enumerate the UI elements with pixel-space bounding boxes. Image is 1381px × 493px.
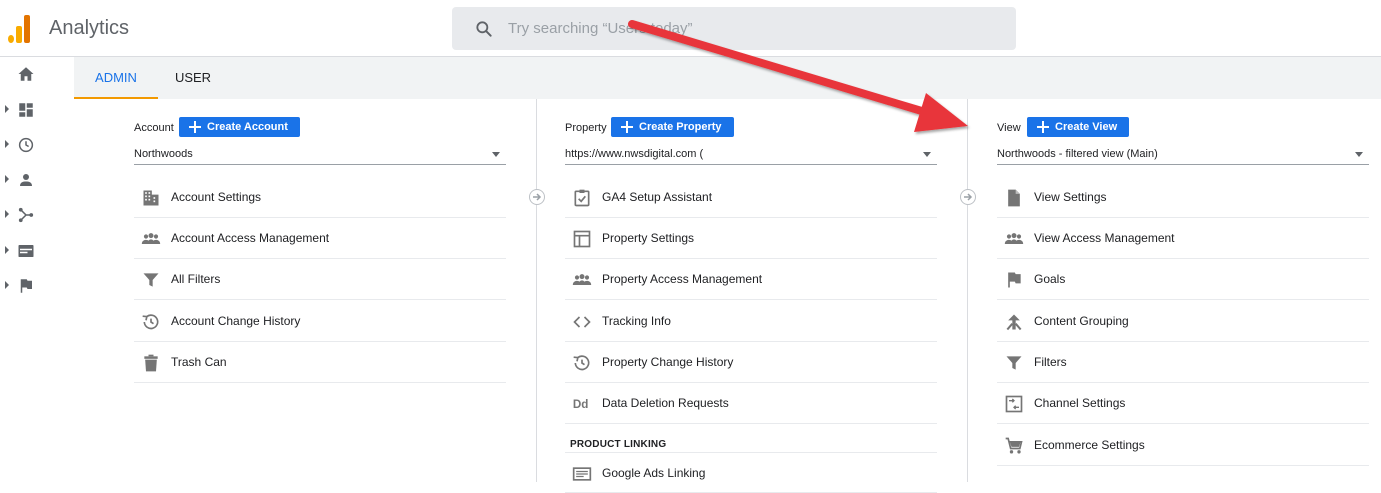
red-arrow-icon [628,20,968,132]
annotation-arrow [628,20,968,132]
